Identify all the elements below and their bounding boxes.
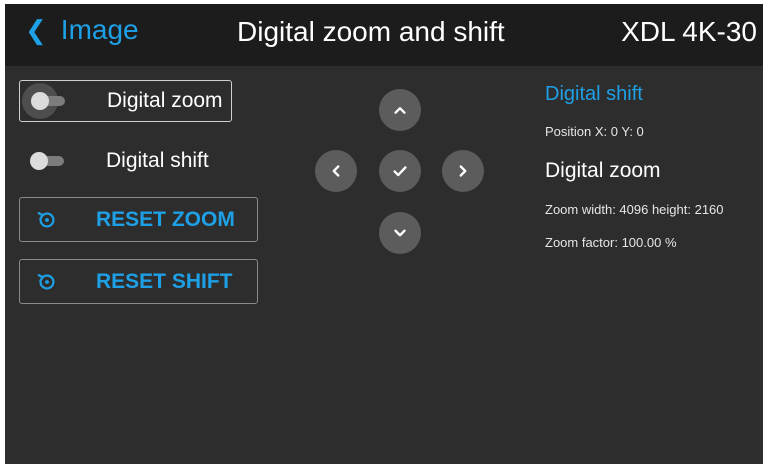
shift-down-button[interactable] <box>379 212 421 254</box>
chevron-down-icon <box>394 229 406 237</box>
digital-zoom-toggle[interactable]: Digital zoom <box>19 80 232 122</box>
chevron-left-icon <box>332 165 340 177</box>
shift-right-button[interactable] <box>442 150 484 192</box>
chevron-up-icon <box>394 107 406 114</box>
digital-zoom-heading: Digital zoom <box>545 159 661 182</box>
reset-zoom-label: RESET ZOOM <box>96 207 235 231</box>
reset-icon <box>37 211 55 228</box>
check-icon <box>393 166 407 177</box>
position-readout: Position X: 0 Y: 0 <box>545 124 644 139</box>
back-button[interactable]: ❮ Image <box>25 14 139 46</box>
digital-zoom-label: Digital zoom <box>107 89 223 112</box>
page-title: Digital zoom and shift <box>237 16 505 47</box>
shift-up-button[interactable] <box>379 89 421 131</box>
zoom-size-readout: Zoom width: 4096 height: 2160 <box>545 202 724 217</box>
confirm-button[interactable] <box>379 150 421 192</box>
top-bar: ❮ Image Digital zoom and shift XDL 4K-30 <box>5 4 763 66</box>
digital-shift-toggle[interactable]: Digital shift <box>19 140 232 182</box>
reset-shift-label: RESET SHIFT <box>96 269 233 293</box>
projector-screen: ❮ Image Digital zoom and shift XDL 4K-30… <box>5 4 763 464</box>
reset-icon <box>37 273 55 290</box>
toggle-switch[interactable] <box>22 83 67 119</box>
model-name: XDL 4K-30 <box>621 16 757 47</box>
chevron-left-icon: ❮ <box>25 15 47 45</box>
reset-shift-button[interactable]: RESET SHIFT <box>19 259 258 304</box>
toggle-switch[interactable] <box>30 152 66 170</box>
chevron-right-icon <box>459 165 467 177</box>
zoom-factor-readout: Zoom factor: 100.00 % <box>545 235 677 250</box>
digital-shift-label: Digital shift <box>106 149 209 172</box>
back-label: Image <box>60 14 139 45</box>
reset-zoom-button[interactable]: RESET ZOOM <box>19 197 258 242</box>
shift-left-button[interactable] <box>315 150 357 192</box>
digital-shift-heading: Digital shift <box>545 83 643 105</box>
